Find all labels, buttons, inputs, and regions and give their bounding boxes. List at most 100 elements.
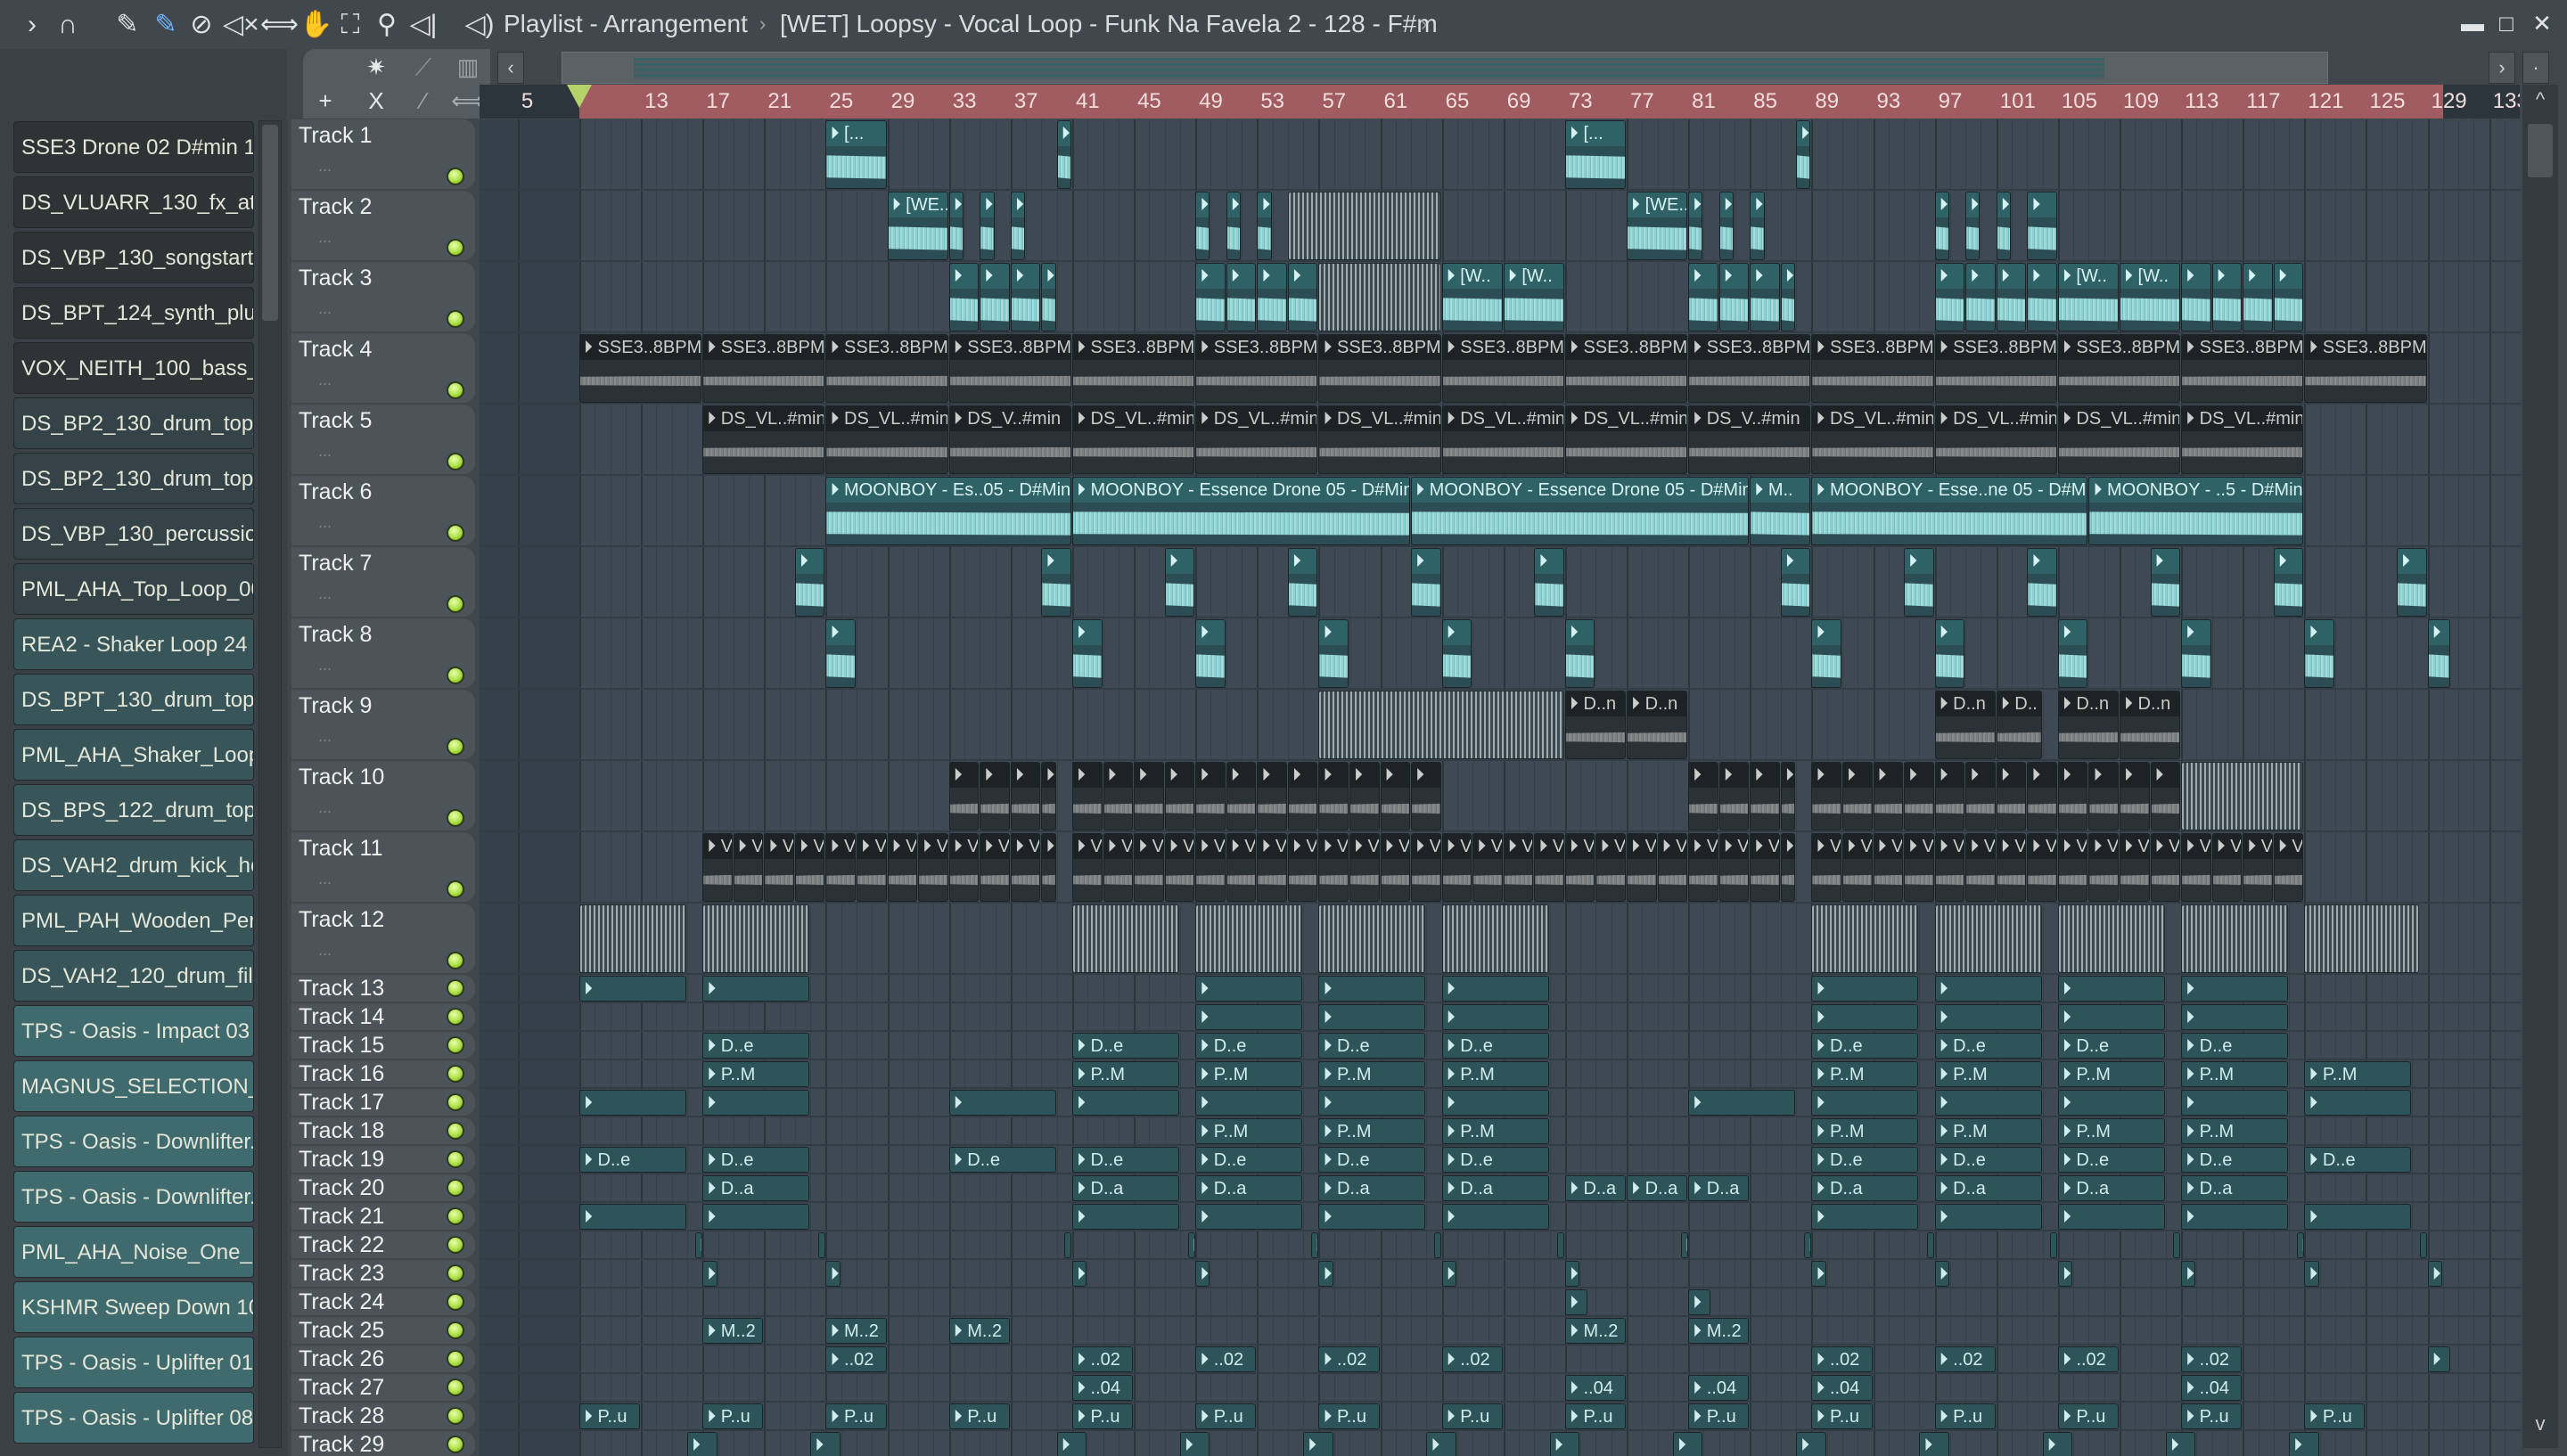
track-header[interactable]: Track 6... — [291, 476, 475, 547]
track-mute-led[interactable] — [447, 1122, 464, 1140]
audio-clip[interactable]: ⏵ — [1934, 1004, 2042, 1030]
audio-clip[interactable]: ⏵ — [1318, 1261, 1333, 1287]
browser-item[interactable]: TPS - Oasis - Downlifter.. — [13, 1116, 254, 1167]
track-header[interactable]: Track 8... — [291, 618, 475, 690]
audio-clip[interactable] — [579, 904, 686, 973]
track-menu-dots[interactable]: ... — [318, 941, 332, 960]
audio-clip[interactable]: ⏵ — [1811, 619, 1841, 688]
track-header[interactable]: Track 1... — [291, 119, 475, 191]
track-header[interactable]: Track 7... — [291, 547, 475, 618]
track-name[interactable]: Track 25 — [299, 1317, 384, 1344]
track-mute-led[interactable] — [447, 1036, 464, 1054]
audio-clip[interactable]: ⏵ D..a — [1934, 1175, 2042, 1201]
audio-clip[interactable]: ⏵ [WE.. — [887, 192, 948, 260]
audio-clip[interactable]: ⏵ D..a — [2057, 1175, 2165, 1201]
audio-clip[interactable]: ⏵ V..in — [1534, 833, 1564, 902]
track-mute-led[interactable] — [447, 667, 464, 684]
audio-clip[interactable]: ⏵ [WE.. — [1627, 192, 1688, 260]
audio-clip[interactable]: ⏵ — [1071, 1090, 1179, 1116]
track-mute-led[interactable] — [447, 595, 464, 613]
audio-clip[interactable]: ⏵ P..u — [702, 1403, 764, 1429]
audio-clip[interactable]: ⏵ D..a — [1318, 1175, 1426, 1201]
track-name[interactable]: Track 23 — [299, 1260, 384, 1287]
audio-clip[interactable]: ⏵ D..a — [1688, 1175, 1750, 1201]
track-menu-dots[interactable]: ... — [318, 656, 332, 675]
audio-clip[interactable]: ⏵ — [1965, 192, 1981, 260]
audio-clip[interactable]: ⏵ V..in — [1780, 833, 1796, 902]
audio-clip[interactable]: ⏵ — [1718, 192, 1734, 260]
audio-clip[interactable]: ⏵ — [2181, 263, 2211, 331]
audio-clip[interactable]: ⏵ — [2181, 1204, 2289, 1230]
audio-clip[interactable]: ⏵ V..in — [1873, 833, 1904, 902]
audio-clip[interactable]: ⏵ DS_VL..#min — [1811, 405, 1934, 474]
browser-item[interactable]: DS_VLUARR_130_fx_atm.. — [13, 176, 254, 228]
audio-clip[interactable]: ⏵ D.. — [1996, 691, 2042, 759]
audio-clip[interactable]: ⏵ V..in — [1718, 833, 1750, 902]
audio-clip[interactable]: ⏵ — [1411, 548, 1441, 617]
audio-clip[interactable]: ⏵ — [2057, 976, 2165, 1002]
audio-clip[interactable]: ⏵ — [1195, 192, 1210, 260]
automation-clip-icon[interactable]: ⟋ — [406, 51, 441, 83]
audio-clip[interactable]: ⏵ — [2181, 1004, 2289, 1030]
breadcrumb-playlist[interactable]: Playlist - Arrangement — [504, 7, 748, 41]
track-mute-led[interactable] — [447, 1207, 464, 1225]
audio-clip[interactable]: ⏵ — [1318, 619, 1349, 688]
audio-clip[interactable]: ⏵ ..04 — [2181, 1375, 2243, 1401]
audio-clip[interactable]: ⏵ — [2165, 1432, 2196, 1456]
audio-clip[interactable]: ⏵ MOONBOY - ..5 - D#Min — [2088, 477, 2304, 545]
audio-clip[interactable]: ⏵ P..u — [1195, 1403, 1257, 1429]
audio-clip[interactable]: ⏵ — [1349, 762, 1380, 830]
audio-clip[interactable]: ⏵ P..u — [1564, 1403, 1627, 1429]
audio-clip[interactable]: ⏵ — [579, 1090, 686, 1116]
audio-clip[interactable] — [2181, 904, 2289, 973]
audio-clip[interactable]: ⏵ — [1996, 263, 2027, 331]
track-mute-led[interactable] — [447, 524, 464, 542]
audio-clip[interactable]: ⏵ — [1904, 762, 1934, 830]
browser-item[interactable]: KSHMR Sweep Down 10 — [13, 1281, 254, 1333]
audio-clip[interactable]: ⏵ — [2057, 762, 2088, 830]
audio-clip[interactable]: ⏵ — [1934, 619, 1965, 688]
audio-clip[interactable]: ⏵ — [1056, 120, 1071, 189]
audio-clip[interactable]: ⏵ — [1919, 1432, 1949, 1456]
audio-clip[interactable]: ⏵ — [702, 1090, 810, 1116]
timeline-ruler[interactable]: 5 13 17 21 25 29 33 37 41 45 49 53 57 61 65 69 73 77 81 85 8… — [480, 85, 2520, 119]
audio-clip[interactable]: ⏵ — [694, 1232, 702, 1258]
audio-clip[interactable]: ⏵ — [1688, 192, 1703, 260]
audio-clip[interactable]: ⏵ ..04 — [1811, 1375, 1873, 1401]
audio-clip[interactable]: ⏵ ..02 — [2057, 1346, 2119, 1372]
audio-clip[interactable]: ⏵ SSE3..8BPM — [825, 334, 948, 403]
audio-clip[interactable]: ⏵ P..M — [2181, 1118, 2289, 1144]
audio-clip[interactable]: ⏵ — [2027, 192, 2057, 260]
audio-clip[interactable]: ⏵ — [1056, 1432, 1087, 1456]
audio-clip[interactable] — [2181, 762, 2304, 830]
audio-clip[interactable]: ⏵ SSE3..8BPM — [948, 334, 1071, 403]
audio-clip[interactable]: ⏵ D..a — [2181, 1175, 2289, 1201]
audio-clip[interactable]: ⏵ — [2057, 1261, 2073, 1287]
audio-clip[interactable]: ⏵ V..in — [948, 833, 980, 902]
audio-clip[interactable]: ⏵ V..in — [1041, 833, 1056, 902]
track-name[interactable]: Track 13 — [299, 975, 384, 1002]
audio-clip[interactable]: ⏵ V..in — [1934, 833, 1965, 902]
audio-clip[interactable]: ⏵ — [1010, 263, 1041, 331]
audio-clip[interactable]: ⏵ — [825, 619, 857, 688]
audio-clip[interactable]: ⏵ D..e — [1318, 1147, 1426, 1173]
audio-clip[interactable]: ⏵ — [1318, 762, 1349, 830]
audio-clip[interactable]: ⏵ — [1071, 1204, 1179, 1230]
audio-clip[interactable]: ⏵ — [1071, 619, 1103, 688]
audio-clip[interactable]: ⏵ D..e — [1071, 1033, 1179, 1059]
audio-clip[interactable]: ⏵ — [1441, 1204, 1549, 1230]
audio-clip[interactable]: ⏵ — [1434, 1232, 1442, 1258]
audio-clip[interactable]: ⏵ — [1564, 1261, 1580, 1287]
audio-clip[interactable]: ⏵ D..n — [1564, 691, 1627, 759]
track-mute-led[interactable] — [447, 1008, 464, 1026]
audio-clip[interactable]: ⏵ — [1164, 762, 1195, 830]
select-icon[interactable]: ⛶ — [334, 9, 366, 41]
audio-clip[interactable]: ⏵ V..in — [2273, 833, 2304, 902]
audio-clip[interactable]: ⏵ V..in — [1103, 833, 1134, 902]
audio-clip[interactable] — [1441, 904, 1549, 973]
audio-clip[interactable]: ⏵ — [2304, 1090, 2412, 1116]
audio-clip[interactable]: ⏵ P..u — [1934, 1403, 1996, 1429]
track-header[interactable]: Track 2... — [291, 191, 475, 262]
track-header[interactable]: Track 26 — [291, 1346, 475, 1374]
track-header[interactable]: Track 24 — [291, 1288, 475, 1317]
